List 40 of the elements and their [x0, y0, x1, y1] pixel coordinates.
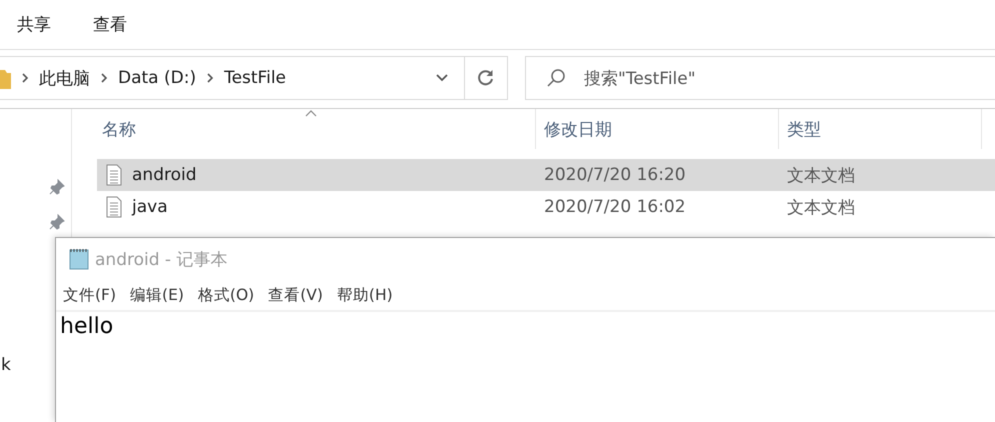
folder-icon	[0, 67, 11, 89]
file-type: 文本文档	[786, 196, 856, 218]
breadcrumb[interactable]: 此电脑	[39, 66, 90, 90]
chevron-right-icon	[21, 72, 29, 84]
file-name: android	[132, 165, 197, 185]
menu-item[interactable]: 文件(F)	[63, 284, 116, 306]
nav-item[interactable]: k	[1, 355, 11, 375]
ribbon-tab[interactable]: 查看	[93, 13, 127, 36]
text-file-icon	[106, 196, 122, 218]
menu-item[interactable]: 编辑(E)	[130, 284, 184, 306]
modified-date: 2020/7/20 16:02	[543, 197, 687, 217]
file-name: java	[132, 197, 168, 217]
search-field[interactable]: 搜索"TestFile"	[525, 56, 995, 100]
chevron-right-icon	[100, 72, 108, 84]
window-title: android - 记事本	[95, 248, 228, 270]
modified-date: 2020/7/20 16:20	[543, 165, 687, 185]
sort-caret-icon	[305, 109, 317, 117]
chevron-right-icon	[206, 72, 214, 84]
search-icon	[546, 68, 566, 88]
pin-icon[interactable]	[49, 214, 65, 230]
ribbon-tab[interactable]: 共享	[17, 13, 51, 36]
refresh-icon[interactable]	[477, 69, 495, 87]
column-header[interactable]: 类型	[778, 109, 981, 149]
breadcrumb[interactable]: TestFile	[224, 68, 286, 88]
pin-icon[interactable]	[49, 179, 65, 195]
file-row[interactable]: java 2020/7/20 16:02 文本文档	[97, 191, 995, 223]
notepad-icon	[67, 247, 91, 271]
menu-item[interactable]: 帮助(H)	[336, 284, 393, 306]
search-placeholder: 搜索"TestFile"	[584, 68, 696, 90]
menu-item[interactable]: 查看(V)	[268, 284, 323, 306]
column-header[interactable]: 名称	[97, 109, 535, 149]
file-type: 文本文档	[786, 164, 856, 186]
text-content[interactable]: hello	[56, 312, 995, 339]
dropdown-icon[interactable]	[435, 73, 449, 83]
menu-item[interactable]: 格式(O)	[198, 284, 254, 306]
address-bar[interactable]: 此电脑 Data (D:) TestFile	[0, 56, 508, 100]
breadcrumb[interactable]: Data (D:)	[118, 68, 196, 88]
text-file-icon	[106, 164, 122, 186]
file-row[interactable]: android 2020/7/20 16:20 文本文档	[97, 159, 995, 191]
column-header[interactable]: 修改日期	[535, 109, 778, 149]
